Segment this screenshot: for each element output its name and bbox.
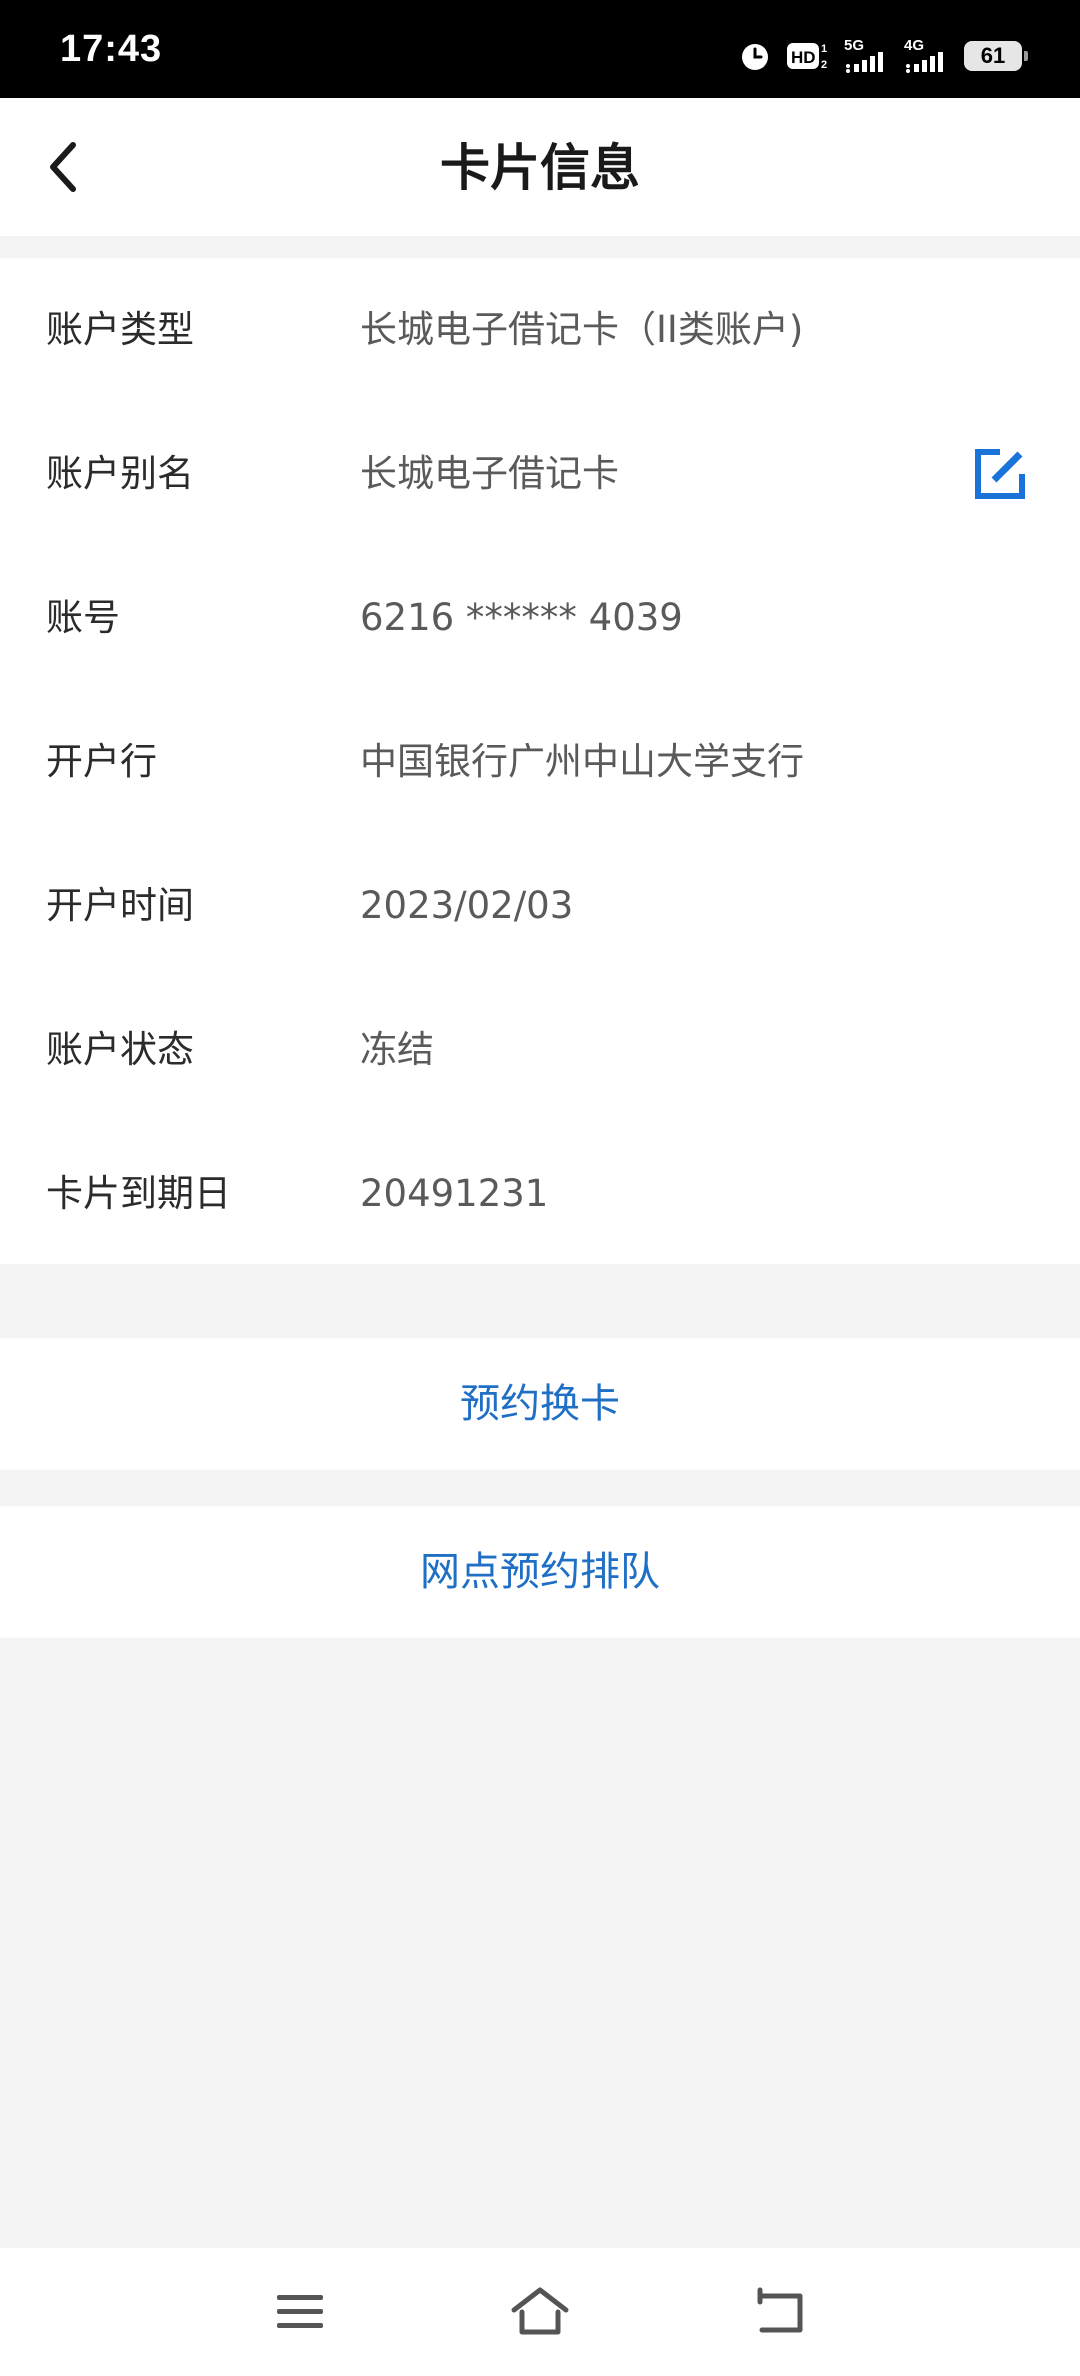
svg-text:2: 2: [821, 59, 827, 71]
replace-card-button[interactable]: 预约换卡: [0, 1338, 1080, 1470]
edit-icon: [975, 449, 1025, 499]
row-expiry-date: 卡片到期日 20491231: [0, 1122, 1080, 1266]
back-icon: [757, 2287, 803, 2333]
net-5g-label: 5G: [844, 37, 865, 54]
replace-card-label: 预约换卡: [460, 1381, 620, 1427]
signal-4g-icon: 4G: [904, 38, 950, 74]
row-label: 开户时间: [46, 884, 194, 927]
row-value: 冻结: [360, 1028, 434, 1071]
net-4g-label: 4G: [904, 37, 925, 54]
row-value: 长城电子借记卡（II类账户): [360, 308, 804, 351]
alarm-icon: [738, 39, 772, 73]
row-label: 开户行: [46, 740, 157, 783]
page-title: 卡片信息: [440, 139, 640, 197]
row-label: 账户类型: [46, 308, 194, 351]
row-open-date: 开户时间 2023/02/03: [0, 834, 1080, 978]
branch-queue-label: 网点预约排队: [420, 1549, 660, 1595]
back-nav-button[interactable]: [740, 2276, 820, 2346]
row-value: 长城电子借记卡: [360, 452, 619, 495]
battery-icon: 61: [964, 41, 1028, 71]
home-icon: [511, 2287, 569, 2335]
svg-text:HD: HD: [791, 48, 816, 67]
menu-icon: [277, 2295, 323, 2328]
header: 卡片信息: [0, 98, 1080, 236]
hd-icon: HD 1 2: [786, 40, 830, 72]
status-time: 17:43: [60, 28, 163, 70]
signal-5g-icon: 5G: [844, 38, 890, 74]
row-branch: 开户行 中国银行广州中山大学支行: [0, 690, 1080, 834]
row-label: 账号: [46, 596, 120, 639]
row-label: 卡片到期日: [46, 1172, 231, 1215]
row-account-status: 账户状态 冻结: [0, 978, 1080, 1122]
status-icons: HD 1 2 5G 4G 61: [738, 36, 1028, 76]
row-account-number: 账号 6216 ****** 4039: [0, 546, 1080, 690]
home-button[interactable]: [500, 2276, 580, 2346]
row-value: 2023/02/03: [360, 884, 574, 927]
app-root: 17:43 HD 1 2 5G 4G 61 卡片信息 账户类型 长城电子借记卡（…: [0, 0, 1080, 2376]
system-nav-bar: [0, 2248, 1080, 2376]
status-bar: 17:43 HD 1 2 5G 4G 61: [0, 0, 1080, 98]
branch-queue-button[interactable]: 网点预约排队: [0, 1506, 1080, 1638]
row-account-alias: 账户别名 长城电子借记卡: [0, 402, 1080, 546]
edit-alias-button[interactable]: [970, 444, 1030, 504]
row-label: 账户状态: [46, 1028, 194, 1071]
row-value: 6216 ****** 4039: [360, 596, 683, 639]
menu-button[interactable]: [260, 2276, 340, 2346]
row-value: 中国银行广州中山大学支行: [360, 740, 804, 783]
row-label: 账户别名: [46, 452, 194, 495]
row-account-type: 账户类型 长城电子借记卡（II类账户): [0, 258, 1080, 402]
card-info-panel: 账户类型 长城电子借记卡（II类账户) 账户别名 长城电子借记卡 账号 6216…: [0, 258, 1080, 1264]
row-value: 20491231: [360, 1172, 549, 1215]
svg-text:1: 1: [821, 43, 827, 55]
